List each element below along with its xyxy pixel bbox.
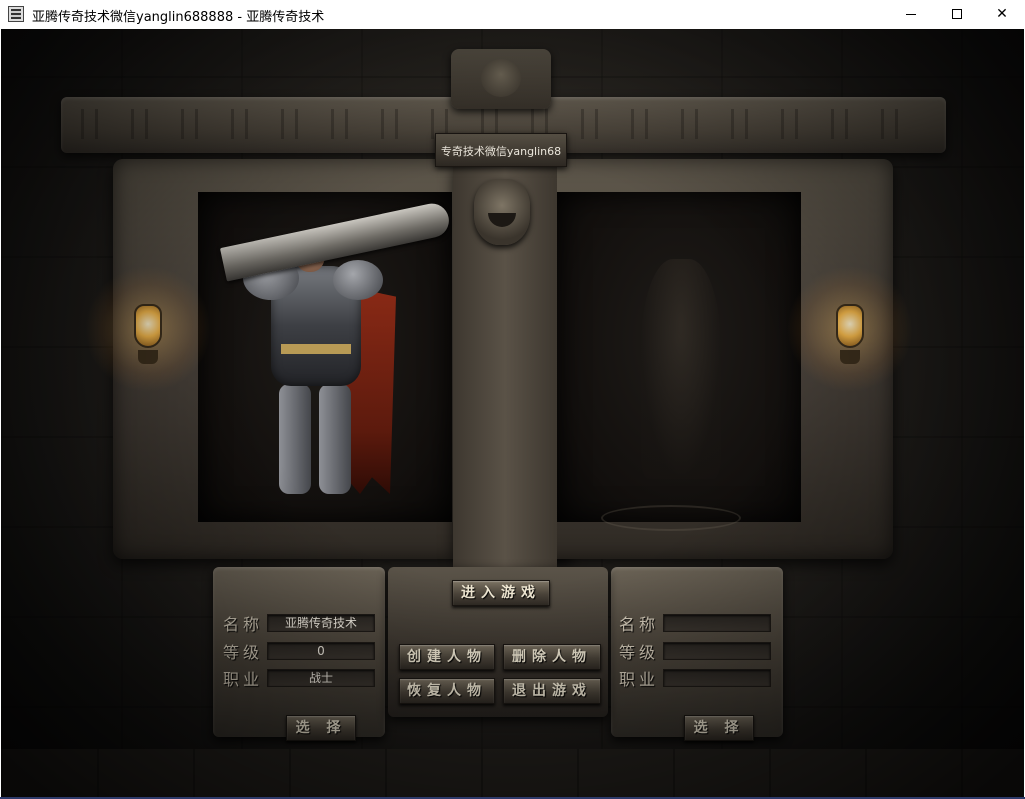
class-value: 战士 (267, 669, 375, 687)
right-character-info-panel: 名称 等级 职业 (611, 567, 783, 737)
close-icon: ✕ (996, 6, 1008, 22)
wall-lantern-icon (86, 264, 210, 394)
name-row: 名称 亚腾传奇技术 (223, 611, 375, 635)
lantern-base (840, 350, 860, 364)
app-icon (8, 6, 24, 22)
wall-lantern-icon (788, 264, 912, 394)
game-viewport: 专奇技术微信yanglin68 名称 亚腾传奇技术 等级 0 职业 战士 名称 (1, 29, 1024, 798)
class-label: 职业 (223, 670, 264, 689)
warrior-leg (279, 384, 311, 494)
select-left-character-button[interactable]: 选 择 (286, 715, 356, 741)
level-value: 0 (267, 642, 375, 660)
level-label: 等级 (619, 643, 660, 662)
name-row: 名称 (619, 611, 771, 635)
maximize-icon (952, 9, 962, 19)
crest-ornament (451, 49, 551, 109)
class-row: 职业 战士 (223, 666, 375, 690)
create-character-button[interactable]: 创建人物 (399, 644, 495, 670)
stone-floor (1, 749, 1024, 798)
name-label: 名称 (223, 615, 264, 634)
level-label: 等级 (223, 643, 264, 662)
warrior-character[interactable] (211, 200, 453, 504)
left-character-info-panel: 名称 亚腾传奇技术 等级 0 职业 战士 (213, 567, 385, 737)
server-name: 专奇技术微信yanglin68 (440, 145, 562, 158)
name-value: 亚腾传奇技术 (267, 614, 375, 632)
lantern-body (836, 304, 864, 348)
server-name-plate: 专奇技术微信yanglin68 (435, 133, 567, 167)
delete-character-button[interactable]: 删除人物 (503, 644, 601, 670)
select-right-character-button[interactable]: 选 择 (684, 715, 754, 741)
exit-game-button[interactable]: 退出游戏 (503, 678, 601, 704)
minimize-icon (906, 13, 916, 15)
lantern-base (138, 350, 158, 364)
level-row: 等级 (619, 639, 771, 663)
warrior-belt (281, 344, 351, 354)
maximize-button[interactable] (934, 0, 980, 28)
class-row: 职业 (619, 666, 771, 690)
class-label: 职业 (619, 670, 660, 689)
warrior-pauldron (333, 260, 383, 300)
window-title: 亚腾传奇技术微信yanglin688888 - 亚腾传奇技术 (32, 10, 325, 25)
enter-game-button[interactable]: 进入游戏 (452, 580, 550, 606)
statue-silhouette (641, 259, 721, 479)
level-value (663, 642, 771, 660)
lion-head-icon (474, 179, 530, 245)
minimize-button[interactable] (888, 0, 934, 28)
empty-pedestal-icon (601, 505, 741, 531)
crest-face-icon (481, 59, 521, 97)
level-row: 等级 0 (223, 639, 375, 663)
name-value (663, 614, 771, 632)
window-titlebar: 亚腾传奇技术微信yanglin688888 - 亚腾传奇技术 ✕ (0, 0, 1025, 28)
class-value (663, 669, 771, 687)
close-button[interactable]: ✕ (979, 0, 1025, 28)
name-label: 名称 (619, 615, 660, 634)
restore-character-button[interactable]: 恢复人物 (399, 678, 495, 704)
lantern-body (134, 304, 162, 348)
warrior-leg (319, 384, 351, 494)
